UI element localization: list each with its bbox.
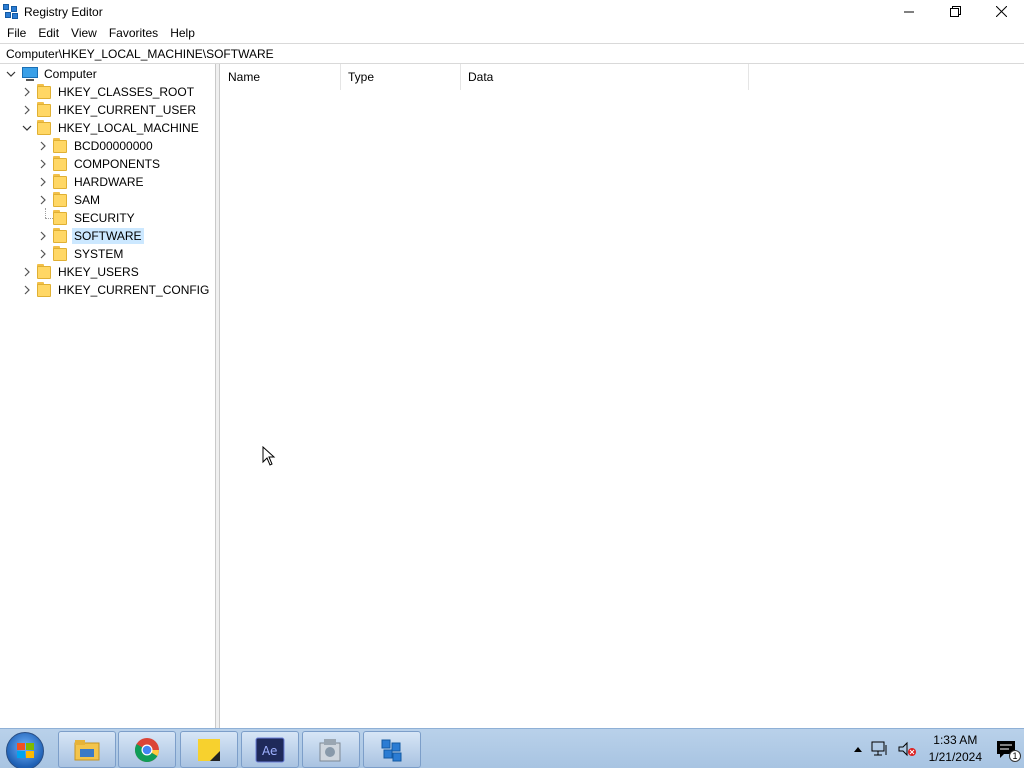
- menu-file[interactable]: File: [0, 23, 32, 43]
- menu-favorites[interactable]: Favorites: [103, 23, 164, 43]
- clock-time: 1:33 AM: [933, 733, 978, 747]
- chevron-down-icon[interactable]: [5, 68, 17, 80]
- tree-item-hkey-classes-root[interactable]: HKEY_CLASSES_ROOT: [21, 83, 196, 101]
- start-button[interactable]: [6, 732, 44, 768]
- folder-icon: [53, 174, 67, 190]
- computer-icon: [21, 66, 39, 82]
- notification-count-badge: 1: [1009, 750, 1021, 762]
- address-path[interactable]: Computer\HKEY_LOCAL_MACHINE\SOFTWARE: [6, 47, 274, 61]
- column-header-data[interactable]: Data: [461, 64, 749, 90]
- chevron-right-icon[interactable]: [21, 104, 33, 116]
- volume-muted-icon[interactable]: [897, 741, 917, 757]
- tree-item-hkey-current-config[interactable]: HKEY_CURRENT_CONFIG: [21, 281, 211, 299]
- tree-label[interactable]: HKEY_USERS: [56, 264, 141, 280]
- column-header-name[interactable]: Name: [221, 64, 341, 90]
- sticky-notes-icon: [198, 738, 220, 761]
- tree-label[interactable]: SYSTEM: [72, 246, 125, 262]
- action-center-icon[interactable]: 1: [996, 740, 1021, 762]
- folder-icon: [37, 120, 51, 136]
- chevron-right-icon[interactable]: [37, 230, 49, 242]
- taskbar: Ae 1:33 AM 1/21/2024 1: [0, 728, 1024, 768]
- tree-pane[interactable]: Computer HKEY_CLASSES_ROOT HKEY_CURRENT_…: [0, 64, 216, 728]
- network-icon[interactable]: [871, 741, 889, 757]
- clock-date: 1/21/2024: [928, 750, 982, 764]
- tree-item-sam[interactable]: SAM: [37, 191, 102, 209]
- menu-view[interactable]: View: [65, 23, 103, 43]
- tree-item-hardware[interactable]: HARDWARE: [37, 173, 146, 191]
- tree-label-selected[interactable]: SOFTWARE: [72, 228, 144, 244]
- taskbar-adobe-app[interactable]: Ae: [241, 731, 299, 768]
- taskbar-chrome[interactable]: [118, 731, 176, 768]
- folder-icon: [37, 282, 51, 298]
- chevron-right-icon[interactable]: [37, 176, 49, 188]
- chevron-right-icon[interactable]: [37, 248, 49, 260]
- title-bar: Registry Editor: [0, 0, 1024, 23]
- system-tray: 1:33 AM 1/21/2024 1: [849, 729, 1024, 768]
- folder-icon: [53, 138, 67, 154]
- chevron-right-icon[interactable]: [21, 284, 33, 296]
- folder-icon: [53, 246, 67, 262]
- values-list-pane[interactable]: Name Type Data: [221, 64, 1024, 728]
- tree-label-computer[interactable]: Computer: [42, 66, 99, 82]
- address-bar[interactable]: Computer\HKEY_LOCAL_MACHINE\SOFTWARE: [0, 43, 1024, 64]
- tree-item-software[interactable]: SOFTWARE: [37, 227, 144, 245]
- menu-edit[interactable]: Edit: [32, 23, 65, 43]
- taskbar-sticky-notes[interactable]: [180, 731, 238, 768]
- window-title: Registry Editor: [24, 4, 103, 19]
- chevron-right-icon[interactable]: [37, 140, 49, 152]
- tree-item-computer[interactable]: Computer: [5, 65, 99, 83]
- chevron-right-icon[interactable]: [37, 194, 49, 206]
- minimize-button[interactable]: [886, 0, 932, 23]
- clock[interactable]: 1:33 AM 1/21/2024: [929, 732, 982, 766]
- mouse-cursor-icon: [262, 445, 276, 469]
- taskbar-registry-editor[interactable]: [363, 731, 421, 768]
- folder-icon: [53, 210, 67, 226]
- folder-icon: [37, 264, 51, 280]
- tree-label[interactable]: HKEY_LOCAL_MACHINE: [56, 120, 201, 136]
- close-button[interactable]: [978, 0, 1024, 23]
- chevron-right-icon[interactable]: [37, 158, 49, 170]
- tree-label[interactable]: BCD00000000: [72, 138, 155, 154]
- list-header: Name Type Data: [221, 64, 1024, 90]
- taskbar-utility-app[interactable]: [302, 731, 360, 768]
- adobe-app-icon: Ae: [255, 737, 285, 762]
- tree-item-hkey-current-user[interactable]: HKEY_CURRENT_USER: [21, 101, 198, 119]
- menu-bar: File Edit View Favorites Help: [0, 23, 1024, 43]
- chevron-down-icon[interactable]: [21, 122, 33, 134]
- tree-label[interactable]: HKEY_CLASSES_ROOT: [56, 84, 196, 100]
- tree-label[interactable]: COMPONENTS: [72, 156, 162, 172]
- tree-item-components[interactable]: COMPONENTS: [37, 155, 162, 173]
- folder-icon: [37, 84, 51, 100]
- chevron-right-icon[interactable]: [21, 266, 33, 278]
- tree-label[interactable]: HARDWARE: [72, 174, 146, 190]
- folder-icon: [53, 192, 67, 208]
- chevron-right-icon[interactable]: [21, 86, 33, 98]
- chrome-icon: [134, 737, 159, 762]
- svg-text:Ae: Ae: [262, 744, 277, 758]
- file-explorer-icon: [74, 739, 100, 760]
- tree-item-security[interactable]: SECURITY: [37, 209, 137, 227]
- tree-item-bcd[interactable]: BCD00000000: [37, 137, 155, 155]
- restore-button[interactable]: [932, 0, 978, 23]
- folder-icon: [53, 228, 67, 244]
- show-hidden-icons-icon[interactable]: [853, 745, 863, 753]
- registry-editor-icon: [381, 739, 402, 761]
- pane-splitter[interactable]: [216, 64, 220, 728]
- folder-icon: [37, 102, 51, 118]
- windows-logo-icon: [17, 743, 34, 758]
- tree-label[interactable]: HKEY_CURRENT_USER: [56, 102, 198, 118]
- taskbar-file-explorer[interactable]: [58, 731, 116, 768]
- tree-label[interactable]: SAM: [72, 192, 102, 208]
- folder-icon: [53, 156, 67, 172]
- menu-help[interactable]: Help: [164, 23, 201, 43]
- registry-editor-icon: [3, 3, 19, 20]
- column-header-type[interactable]: Type: [341, 64, 461, 90]
- tree-label[interactable]: SECURITY: [72, 210, 137, 226]
- tree-item-system[interactable]: SYSTEM: [37, 245, 125, 263]
- utility-app-icon: [319, 738, 341, 761]
- tree-item-hkey-local-machine[interactable]: HKEY_LOCAL_MACHINE: [21, 119, 201, 137]
- tree-label[interactable]: HKEY_CURRENT_CONFIG: [56, 282, 211, 298]
- tree-item-hkey-users[interactable]: HKEY_USERS: [21, 263, 141, 281]
